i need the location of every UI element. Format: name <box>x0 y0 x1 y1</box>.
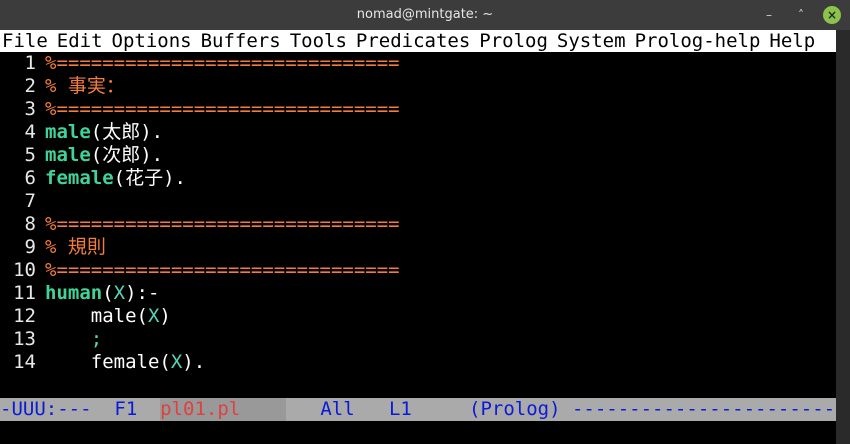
modeline-buffer-name[interactable]: pl01.pl <box>160 398 241 421</box>
modeline-gap <box>240 398 286 421</box>
code-line[interactable]: 2 % 事実： <box>0 75 836 98</box>
code-token: %============================== <box>45 52 400 74</box>
code-line[interactable]: 4 male(太郎). <box>0 121 836 144</box>
menu-options[interactable]: Options <box>112 30 192 52</box>
menu-bar: File Edit Options Buffers Tools Predicates Pro… <box>0 30 836 52</box>
line-number: 9 <box>24 236 36 258</box>
maximize-icon[interactable]: ˄ <box>792 6 810 24</box>
code-token: % 事実： <box>45 75 125 97</box>
code-line[interactable]: 3 %============================== <box>0 98 836 121</box>
code-token: ( <box>102 282 114 304</box>
code-token: male <box>45 121 91 143</box>
code-token: ). <box>182 351 206 373</box>
modeline-fill: ------------------------ <box>560 398 847 420</box>
code-token: ):- <box>125 282 160 304</box>
code-token: ; <box>45 328 103 350</box>
menu-edit[interactable]: Edit <box>57 30 103 52</box>
code-line[interactable]: 11 human(X):- <box>0 282 836 305</box>
code-line[interactable]: 6 female(花子). <box>0 167 836 190</box>
minibuffer[interactable] <box>0 421 836 444</box>
menu-system[interactable]: System <box>557 30 626 52</box>
code-line[interactable]: 9 % 規則 <box>0 236 836 259</box>
line-number: 12 <box>13 305 36 327</box>
line-number: 14 <box>13 351 36 373</box>
code-line[interactable]: 13 ; <box>0 328 836 351</box>
code-token: (太郎). <box>90 121 164 143</box>
line-number: 8 <box>24 213 36 235</box>
code-token: %============================== <box>45 98 400 120</box>
line-number: 11 <box>13 282 36 304</box>
line-number: 10 <box>13 259 36 281</box>
editor-buffer[interactable]: 1 %============================== 2 % 事実： 3%… <box>0 52 836 398</box>
code-token: female <box>45 167 114 189</box>
code-line[interactable]: 8 %============================== <box>0 213 836 236</box>
code-line[interactable]: 10 %============================== <box>0 259 836 282</box>
terminal-window: nomad@mintgate: ~ – ˄ × File Edit Options B… <box>0 0 850 444</box>
menu-file[interactable]: File <box>2 30 48 52</box>
menu-help[interactable]: Help <box>769 30 815 52</box>
close-icon[interactable]: × <box>823 6 841 24</box>
line-number: 4 <box>24 121 36 143</box>
code-token: X <box>113 282 126 304</box>
minimize-icon[interactable]: – <box>760 6 778 24</box>
code-line[interactable]: 14 female(X). <box>0 351 836 374</box>
line-number: 13 <box>13 328 36 350</box>
code-token: X <box>147 305 160 327</box>
code-token: (次郎). <box>90 144 164 166</box>
mode-line: -UUU:--- F1 pl01.pl All L1 (Prolog) ----… <box>0 398 847 421</box>
modeline-status: -UUU:--- F1 <box>0 398 161 420</box>
line-number: 5 <box>24 144 36 166</box>
code-token: (花子). <box>113 167 186 189</box>
line-number: 6 <box>24 167 36 189</box>
title-bar[interactable]: nomad@mintgate: ~ – ˄ × <box>0 0 850 30</box>
code-token: ) <box>159 305 171 327</box>
line-number: 1 <box>24 52 36 74</box>
menu-prolog[interactable]: Prolog <box>479 30 548 52</box>
menu-buffers[interactable]: Buffers <box>201 30 281 52</box>
code-token: human <box>45 282 103 304</box>
code-line[interactable]: 12 male(X) <box>0 305 836 328</box>
code-token: male( <box>45 305 148 327</box>
code-token: %============================== <box>45 259 400 281</box>
code-token: X <box>170 351 183 373</box>
scrollbar[interactable] <box>836 30 850 444</box>
code-token: female( <box>45 351 171 373</box>
code-token: male <box>45 144 91 166</box>
menu-prolog-help[interactable]: Prolog-help <box>635 30 761 52</box>
code-line[interactable]: 7 <box>0 190 836 213</box>
modeline-major-mode[interactable]: (Prolog) <box>469 398 561 420</box>
menu-tools[interactable]: Tools <box>290 30 347 52</box>
line-number: 2 <box>24 75 36 97</box>
code-token: %============================== <box>45 213 400 235</box>
line-number: 3 <box>24 98 36 120</box>
window-title: nomad@mintgate: ~ <box>356 7 494 22</box>
modeline-position: All L1 <box>286 398 470 420</box>
code-line[interactable]: 1 %============================== <box>0 52 836 75</box>
code-token: % 規則 <box>45 236 106 258</box>
code-line[interactable]: 5 male(次郎). <box>0 144 836 167</box>
line-number: 7 <box>24 190 36 212</box>
menu-predicates[interactable]: Predicates <box>356 30 470 52</box>
